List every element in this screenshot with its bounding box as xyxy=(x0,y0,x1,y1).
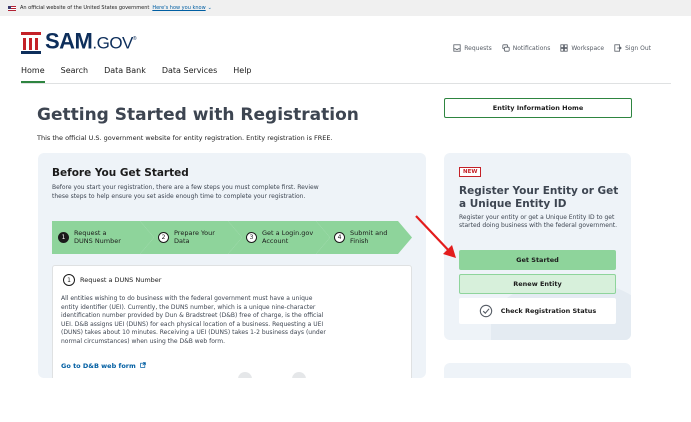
official-banner: An official website of the United States… xyxy=(0,0,691,16)
tab-data-bank[interactable]: Data Bank xyxy=(104,66,146,83)
page-subtitle: This the official U.S. government websit… xyxy=(37,134,333,142)
step-4-submit-finish[interactable]: 4 Submit and Finish xyxy=(316,221,412,254)
tab-data-services[interactable]: Data Services xyxy=(162,66,217,83)
register-entity-heading: Register Your Entity or Get a Unique Ent… xyxy=(459,185,619,210)
step-label: Prepare Your Data xyxy=(174,229,215,245)
step-2-prepare-data[interactable]: 2 Prepare Your Data xyxy=(140,221,242,254)
step-detail-heading: Request a DUNS Number xyxy=(80,276,162,284)
step-number: 2 xyxy=(158,232,169,243)
external-link-icon xyxy=(140,362,146,368)
check-registration-status-button[interactable]: Check Registration Status xyxy=(459,298,616,324)
step-detail-number: 1 xyxy=(63,274,75,286)
sign-out-icon xyxy=(614,44,622,52)
main-nav: Home Search Data Bank Data Services Help xyxy=(21,66,268,83)
register-entity-description: Register your entity or get a Unique Ent… xyxy=(459,214,618,229)
utility-nav: Requests Notifications Workspace Sign Ou… xyxy=(453,44,651,52)
step-label: Get a Login.gov Account xyxy=(262,229,314,245)
grid-icon xyxy=(560,44,568,52)
tab-search[interactable]: Search xyxy=(61,66,88,83)
inbox-icon xyxy=(453,44,461,52)
check-circle-icon xyxy=(479,304,492,318)
step-detail-header: 1 Request a DUNS Number xyxy=(63,274,161,286)
workspace-label: Workspace xyxy=(571,44,605,52)
steps-progress: 1 Request a DUNS Number 2 Prepare Your Dat… xyxy=(52,221,412,254)
tab-home[interactable]: Home xyxy=(21,66,45,83)
page-title: Getting Started with Registration xyxy=(37,105,359,125)
step-number: 4 xyxy=(334,232,345,243)
step-detail-body: All entities wishing to do business with… xyxy=(61,295,326,345)
us-flag-icon xyxy=(8,5,16,11)
heres-how-you-know-link[interactable]: Here's how you know xyxy=(152,5,205,11)
annotation-arrow-icon xyxy=(415,215,456,258)
step-3-login-gov[interactable]: 3 Get a Login.gov Account xyxy=(228,221,330,254)
viewport-cutoff xyxy=(0,378,691,422)
step-1-request-duns[interactable]: 1 Request a DUNS Number xyxy=(52,221,154,254)
logo-text: SAM.GOV® xyxy=(45,28,137,54)
notifications-label: Notifications xyxy=(512,44,551,52)
before-you-start-heading: Before You Get Started xyxy=(52,167,189,179)
get-started-button[interactable]: Get Started xyxy=(459,250,616,270)
before-you-start-intro: Before you start your registration, ther… xyxy=(52,184,319,200)
capitol-logo-icon xyxy=(21,32,43,55)
sign-out-link[interactable]: Sign Out xyxy=(614,44,651,52)
banner-text: An official website of the United States… xyxy=(20,5,150,11)
before-you-start-card: Before You Get Started Before you start … xyxy=(38,153,426,378)
requests-label: Requests xyxy=(464,44,492,52)
notifications-link[interactable]: Notifications xyxy=(502,44,551,52)
sam-logo[interactable]: SAM.GOV® xyxy=(21,28,137,55)
workspace-link[interactable]: Workspace xyxy=(560,44,604,52)
step-label: Request a DUNS Number xyxy=(74,229,121,245)
step-number: 3 xyxy=(246,232,257,243)
requests-link[interactable]: Requests xyxy=(453,44,492,52)
dnb-web-form-link[interactable]: Go to D&B web form xyxy=(61,362,146,370)
step-label: Submit and Finish xyxy=(350,229,388,245)
tab-help[interactable]: Help xyxy=(233,66,251,83)
nav-divider xyxy=(21,83,671,84)
step-detail-panel: 1 Request a DUNS Number All entities wis… xyxy=(52,265,412,378)
chat-icon xyxy=(502,44,510,52)
sign-out-label: Sign Out xyxy=(625,44,651,52)
step-number: 1 xyxy=(58,232,69,243)
check-registration-status-label: Check Registration Status xyxy=(500,307,597,315)
register-entity-card: NEW Register Your Entity or Get a Unique… xyxy=(444,153,631,340)
site-header: SAM.GOV® Requests Notifications Workspac… xyxy=(0,16,691,84)
new-badge: NEW xyxy=(459,167,482,177)
chevron-down-icon[interactable]: ⌄ xyxy=(208,5,212,11)
dnb-web-form-label: Go to D&B web form xyxy=(61,362,136,370)
renew-entity-button[interactable]: Renew Entity xyxy=(459,274,616,294)
entity-information-home-button[interactable]: Entity Information Home xyxy=(444,98,632,118)
